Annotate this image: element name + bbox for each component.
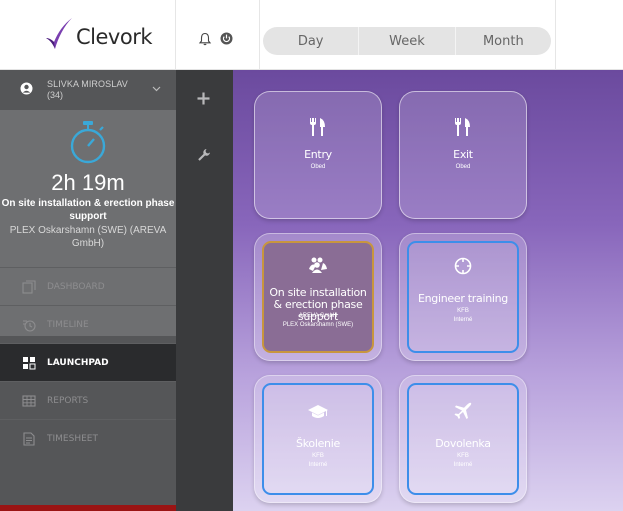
- tile-frame: Engineer training KFB Interné: [407, 241, 519, 353]
- logo-text: Clevork: [76, 25, 153, 49]
- tile-dovolenka[interactable]: Dovolenka KFB Interné: [399, 375, 527, 503]
- clevork-logo-icon: [46, 18, 72, 49]
- team-icon: [264, 257, 372, 278]
- dashboard-icon: [22, 279, 36, 294]
- tab-month[interactable]: Month: [454, 27, 551, 55]
- tile-active-frame: On site installation & erection phase su…: [262, 241, 374, 353]
- chevron-down-icon: [152, 86, 161, 92]
- timesheet-icon: [23, 431, 35, 446]
- tile-title: Dovolenka: [435, 437, 491, 450]
- tile-skolenie[interactable]: Školenie KFB Interné: [254, 375, 382, 503]
- airplane-icon: [409, 401, 517, 426]
- sidebar-item-label: LAUNCHPAD: [47, 357, 109, 368]
- tile-title: Exit: [453, 148, 473, 161]
- tile-frame: Školenie KFB Interné: [262, 383, 374, 495]
- tab-day[interactable]: Day: [263, 27, 358, 55]
- tile-client: KFB: [457, 453, 469, 459]
- tile-project: Interné: [453, 317, 473, 323]
- tile-title: Školenie: [296, 437, 340, 450]
- sidebar-item-label: TIMESHEET: [47, 433, 98, 444]
- tile-onsite-installation[interactable]: On site installation & erection phase su…: [254, 233, 382, 361]
- fork-knife-icon: [400, 118, 526, 141]
- sidebar-item-timesheet[interactable]: TIMESHEET: [0, 419, 176, 457]
- sidebar-item-launchpad[interactable]: LAUNCHPAD: [0, 343, 176, 381]
- tile-subtitle: Obed: [455, 164, 471, 170]
- tile-project: PLEX Oskarshamn (SWE): [282, 322, 354, 328]
- active-task-project: PLEX Oskarshamn (SWE) (AREVA GmbH): [9, 225, 167, 249]
- tile-subtitle: Obed: [310, 164, 326, 170]
- tab-week[interactable]: Week: [358, 27, 454, 55]
- tools-strip: [176, 70, 233, 511]
- tile-title: Entry: [304, 148, 332, 161]
- tile-title: Engineer training: [417, 292, 508, 305]
- reports-icon: [22, 394, 36, 407]
- stopwatch-icon: [70, 121, 106, 164]
- bell-icon[interactable]: [198, 32, 212, 46]
- user-count: (34): [47, 90, 64, 100]
- header-divider: [555, 0, 556, 70]
- top-header: Clevork Day Week Month: [0, 0, 623, 70]
- user-selector[interactable]: SLIVKA MIROSLAV (34): [0, 70, 176, 110]
- plus-icon[interactable]: [197, 92, 210, 105]
- sidebar-item-label: REPORTS: [47, 395, 89, 406]
- tile-engineer-training[interactable]: Engineer training KFB Interné: [399, 233, 527, 361]
- tile-entry[interactable]: Entry Obed: [254, 91, 382, 219]
- tile-client: KFB: [457, 308, 469, 314]
- header-icons: [176, 0, 260, 70]
- sidebar-nav: DASHBOARD TIMELINE LAUNCHPAD REPORTS TIM…: [0, 267, 176, 457]
- tile-project: Interné: [453, 462, 473, 468]
- fork-knife-icon: [255, 118, 381, 141]
- user-avatar-icon: [20, 82, 33, 95]
- tile-frame: Dovolenka KFB Interné: [407, 383, 519, 495]
- sidebar-item-reports[interactable]: REPORTS: [0, 381, 176, 419]
- tile-project: Interné: [308, 462, 328, 468]
- collapse-arrow-icon[interactable]: [28, 58, 40, 70]
- sidebar: SLIVKA MIROSLAV (34) 2h 19m On site inst…: [0, 59, 176, 511]
- power-icon[interactable]: [220, 32, 233, 45]
- stop-timer-bar[interactable]: [0, 505, 176, 511]
- launchpad-grid: Entry Obed Exit Obed On site installatio…: [233, 70, 623, 511]
- sidebar-item-label: DASHBOARD: [47, 281, 105, 292]
- timeline-icon: [23, 319, 36, 332]
- wrench-icon[interactable]: [197, 148, 211, 162]
- sidebar-item-dashboard[interactable]: DASHBOARD: [0, 267, 176, 305]
- tile-client: KFB: [312, 453, 324, 459]
- crosshair-icon: [409, 257, 517, 280]
- active-task-title: On site installation & erection phase su…: [1, 198, 175, 222]
- tile-exit[interactable]: Exit Obed: [399, 91, 527, 219]
- launchpad-icon: [23, 356, 36, 369]
- sidebar-item-label: TIMELINE: [47, 319, 89, 330]
- elapsed-time: 2h 19m: [51, 170, 125, 195]
- user-name: SLIVKA MIROSLAV: [47, 79, 128, 89]
- graduation-cap-icon: [264, 405, 372, 424]
- tile-client: AREVA GmbH: [298, 313, 338, 319]
- logo[interactable]: Clevork: [0, 0, 176, 70]
- sidebar-item-timeline[interactable]: TIMELINE: [0, 305, 176, 343]
- view-toggle: Day Week Month: [263, 27, 551, 55]
